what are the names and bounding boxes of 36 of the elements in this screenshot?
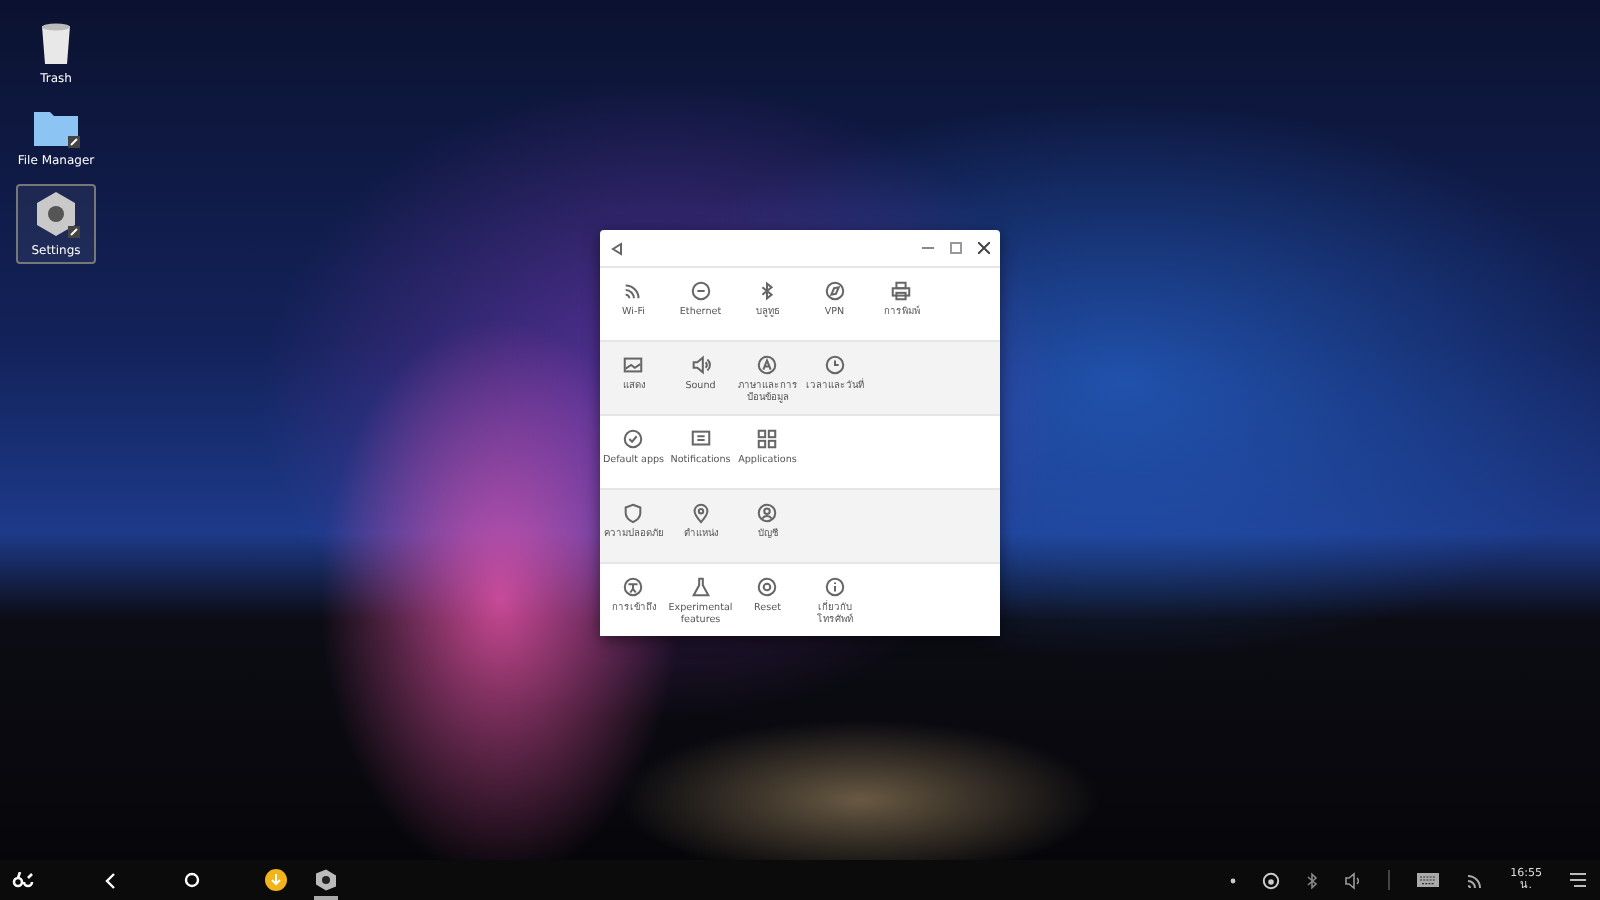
letter-a-circle-icon (756, 354, 779, 376)
menu-icon[interactable] (1568, 872, 1588, 888)
keyboard-icon[interactable] (1416, 872, 1441, 888)
target-icon (756, 576, 779, 598)
trash-can-icon (38, 22, 74, 66)
bluetooth-icon[interactable] (1306, 871, 1319, 889)
image-icon (622, 354, 645, 376)
compass-icon (823, 280, 846, 302)
grid-icon (756, 428, 779, 450)
printer-icon (890, 280, 913, 302)
dot-icon[interactable] (1230, 877, 1237, 883)
person-icon (756, 502, 779, 524)
accessibility-icon (622, 576, 645, 598)
wifi-icon (622, 280, 645, 302)
folder-icon (32, 108, 80, 148)
maximize-icon[interactable] (950, 242, 962, 254)
check-circle-icon (622, 428, 645, 450)
hexagon-nut-icon (32, 190, 80, 238)
minus-circle-icon (689, 280, 712, 302)
speaker-icon[interactable] (1344, 871, 1363, 889)
home-icon[interactable] (184, 872, 200, 888)
clock-icon (823, 354, 846, 376)
flask-icon (689, 576, 712, 598)
wifi-icon[interactable] (1466, 871, 1485, 889)
location-pin-icon (689, 502, 712, 524)
close-icon[interactable] (978, 242, 990, 254)
info-icon (823, 576, 846, 598)
launcher-icon[interactable] (12, 871, 36, 889)
minimize-icon[interactable] (922, 242, 934, 254)
message-icon (689, 428, 712, 450)
circle-icon[interactable] (1262, 871, 1281, 889)
hexagon-nut-icon (314, 868, 338, 892)
speaker-icon (689, 354, 712, 376)
shield-icon (622, 502, 645, 524)
download-icon (264, 868, 288, 892)
bluetooth-icon (756, 280, 779, 302)
